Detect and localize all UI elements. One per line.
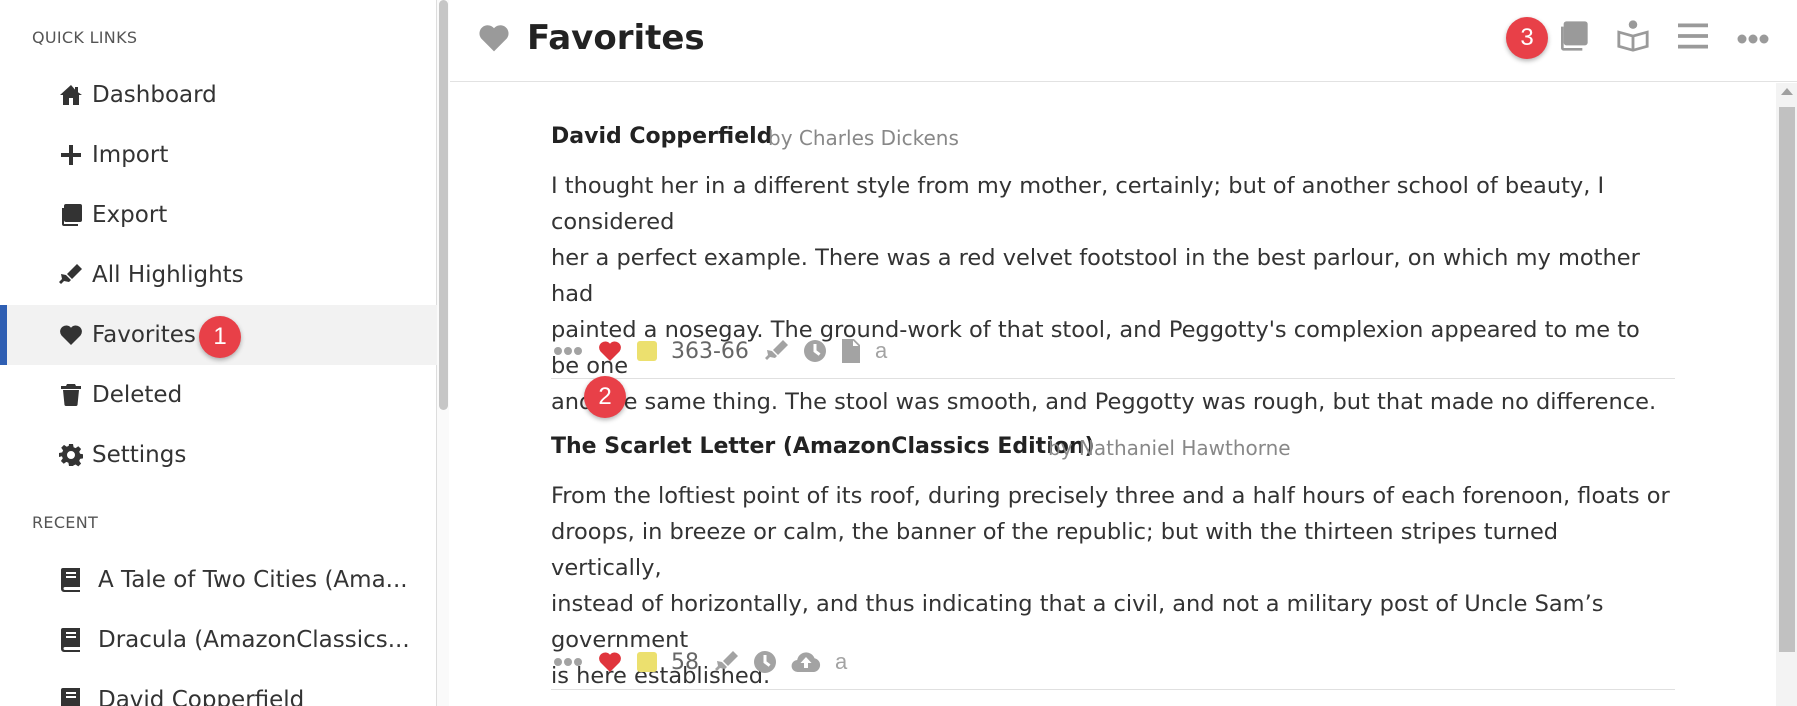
open-book-icon [1616, 19, 1650, 57]
location-label[interactable]: 363-66 [671, 339, 749, 364]
heart-icon [58, 322, 84, 348]
highlighter-icon [58, 262, 84, 288]
entry-title: David Copperfield [551, 124, 773, 149]
recent-item-label: A Tale of Two Cities (Ama... [98, 567, 408, 593]
highlighter-icon[interactable] [764, 339, 789, 363]
recent-item[interactable]: A Tale of Two Cities (Ama... [0, 550, 437, 610]
annotation-badge: 1 [199, 316, 241, 358]
trash-icon [58, 382, 84, 408]
home-icon [58, 82, 84, 108]
location-label[interactable]: 58 [671, 650, 699, 675]
annotation-badge: 3 [1506, 17, 1548, 59]
more-button[interactable] [1733, 18, 1773, 58]
copy-icon [58, 202, 84, 228]
book-icon [58, 687, 84, 706]
sidebar-item-deleted[interactable]: Deleted [0, 365, 437, 425]
entry-highlight-text: I thought her in a different style from … [551, 168, 1671, 420]
more-icon[interactable] [553, 346, 583, 356]
file-icon[interactable] [841, 339, 861, 363]
plus-icon [58, 142, 84, 168]
sidebar-item-label: Import [92, 142, 169, 168]
sidebar-item-export[interactable]: Export [0, 185, 437, 245]
gear-icon [58, 442, 84, 468]
cloud-upload-icon[interactable] [791, 651, 821, 673]
sidebar-item-label: Deleted [92, 382, 183, 408]
text-line: From the loftiest point of its roof, dur… [551, 483, 1670, 509]
entry-divider [551, 378, 1675, 379]
entry-author[interactable]: by Charles Dickens [768, 126, 959, 150]
sidebar-item-label: Dashboard [92, 82, 217, 108]
clock-icon[interactable] [803, 339, 827, 363]
sidebar-item-settings[interactable]: Settings [0, 425, 437, 485]
page-title: Favorites [527, 18, 705, 58]
recent-label: RECENT [32, 513, 99, 532]
text-line: and the same thing. The stool was smooth… [551, 389, 1657, 415]
quick-links-label: QUICK LINKS [32, 28, 138, 47]
recent-item-label: David Copperfield [98, 687, 305, 706]
sidebar-item-label: Export [92, 202, 168, 228]
recent-item[interactable]: David Copperfield [0, 670, 437, 706]
copy-button[interactable] [1553, 18, 1593, 58]
sidebar-item-import[interactable]: Import [0, 125, 437, 185]
heart-icon [477, 22, 511, 54]
copy-icon [1557, 20, 1589, 56]
entry-toolbar: 363-66 a [553, 335, 901, 367]
read-button[interactable] [1613, 18, 1653, 58]
favorite-heart-icon[interactable] [597, 650, 623, 674]
annotation-badge: 2 [584, 376, 626, 418]
sidebar-item-label: All Highlights [92, 262, 244, 288]
amazon-icon[interactable]: a [875, 338, 887, 364]
main-scrollbar-thumb[interactable] [1779, 107, 1795, 652]
entry-divider [551, 689, 1675, 690]
list-icon [1678, 22, 1708, 54]
sidebar-item-all-highlights[interactable]: All Highlights [0, 245, 437, 305]
favorite-heart-icon[interactable] [597, 339, 623, 363]
more-icon [1737, 29, 1769, 48]
amazon-icon[interactable]: a [835, 649, 847, 675]
more-icon[interactable] [553, 657, 583, 667]
sidebar-item-dashboard[interactable]: Dashboard [0, 65, 437, 125]
list-view-button[interactable] [1673, 18, 1713, 58]
entry-author[interactable]: by Nathaniel Hawthorne [1048, 436, 1291, 460]
sidebar-item-label: Settings [92, 442, 187, 468]
entry-toolbar: 58 a [553, 646, 861, 678]
text-line: I thought her in a different style from … [551, 173, 1605, 235]
recent-item[interactable]: Dracula (AmazonClassics... [0, 610, 437, 670]
clock-icon[interactable] [753, 650, 777, 674]
book-icon [58, 567, 84, 593]
sidebar-scrollbar-thumb[interactable] [439, 0, 448, 410]
highlighter-icon[interactable] [715, 650, 739, 674]
entry-title: The Scarlet Letter (AmazonClassics Editi… [551, 434, 1095, 459]
book-icon [58, 627, 84, 653]
highlight-color-swatch[interactable] [637, 341, 657, 361]
highlight-color-swatch[interactable] [637, 652, 657, 672]
sidebar-item-label: Favorites [92, 322, 196, 348]
recent-item-label: Dracula (AmazonClassics... [98, 627, 410, 653]
text-line: her a perfect example. There was a red v… [551, 245, 1640, 307]
text-line: droops, in breeze or calm, the banner of… [551, 519, 1559, 581]
scroll-up-arrow[interactable] [1781, 88, 1793, 95]
